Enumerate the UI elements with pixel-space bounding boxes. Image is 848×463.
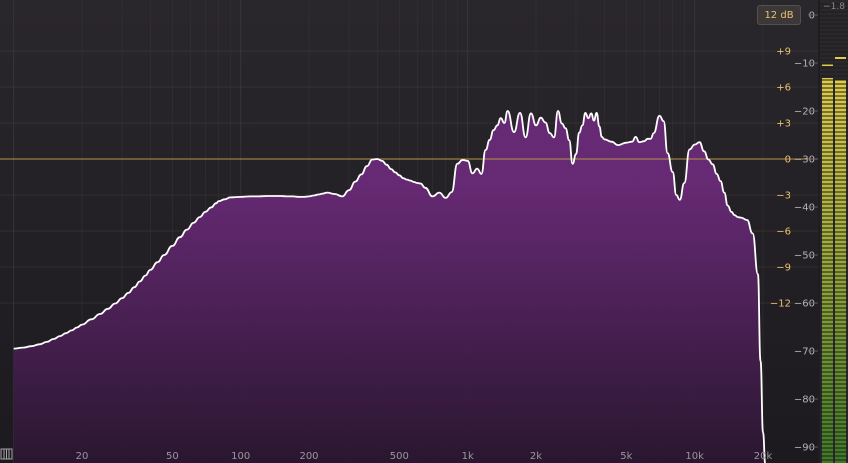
gain-tick-label: +9 <box>776 47 791 58</box>
gain-tick-label: +3 <box>776 119 791 130</box>
freq-tick-label: 10k <box>685 451 704 462</box>
db-tick-label: −90 <box>794 443 815 454</box>
db-tick-label: −60 <box>794 299 815 310</box>
level-meter <box>820 0 848 463</box>
freq-tick-label: 20 <box>76 451 89 462</box>
db-tick-label: −10 <box>794 59 815 70</box>
display-range-button[interactable]: 12 dB <box>757 5 801 25</box>
meter-right-peak-hold <box>835 57 846 59</box>
db-tick-label: 0 <box>809 11 815 22</box>
db-tick-label: −30 <box>794 155 815 166</box>
meter-peak-readout: −1.8 <box>823 2 845 12</box>
freq-tick-label: 2k <box>530 451 542 462</box>
freq-tick-label: 20k <box>754 451 773 462</box>
db-tick-label: −50 <box>794 251 815 262</box>
freq-tick-label: 100 <box>231 451 250 462</box>
db-tick-label: −70 <box>794 347 815 358</box>
spectrum-analyzer-display[interactable]: 20 50 100 200 500 1k 2k 5k 10k 20k +9+6+30−3−6−9−… <box>0 0 848 463</box>
freq-tick-label: 500 <box>390 451 409 462</box>
gain-tick-label: −3 <box>776 191 791 202</box>
freq-tick-label: 200 <box>299 451 318 462</box>
db-tick-label: −40 <box>794 203 815 214</box>
gain-tick-label: −12 <box>770 299 791 310</box>
freq-tick-label: 5k <box>620 451 632 462</box>
gain-tick-label: 0 <box>785 155 791 166</box>
gain-tick-label: −9 <box>776 263 791 274</box>
gain-tick-label: +6 <box>776 83 791 94</box>
gain-tick-label: −6 <box>776 227 791 238</box>
db-tick-label: −80 <box>794 395 815 406</box>
freq-tick-label: 1k <box>462 451 474 462</box>
freq-tick-label: 50 <box>166 451 179 462</box>
db-tick-label: −20 <box>794 107 815 118</box>
